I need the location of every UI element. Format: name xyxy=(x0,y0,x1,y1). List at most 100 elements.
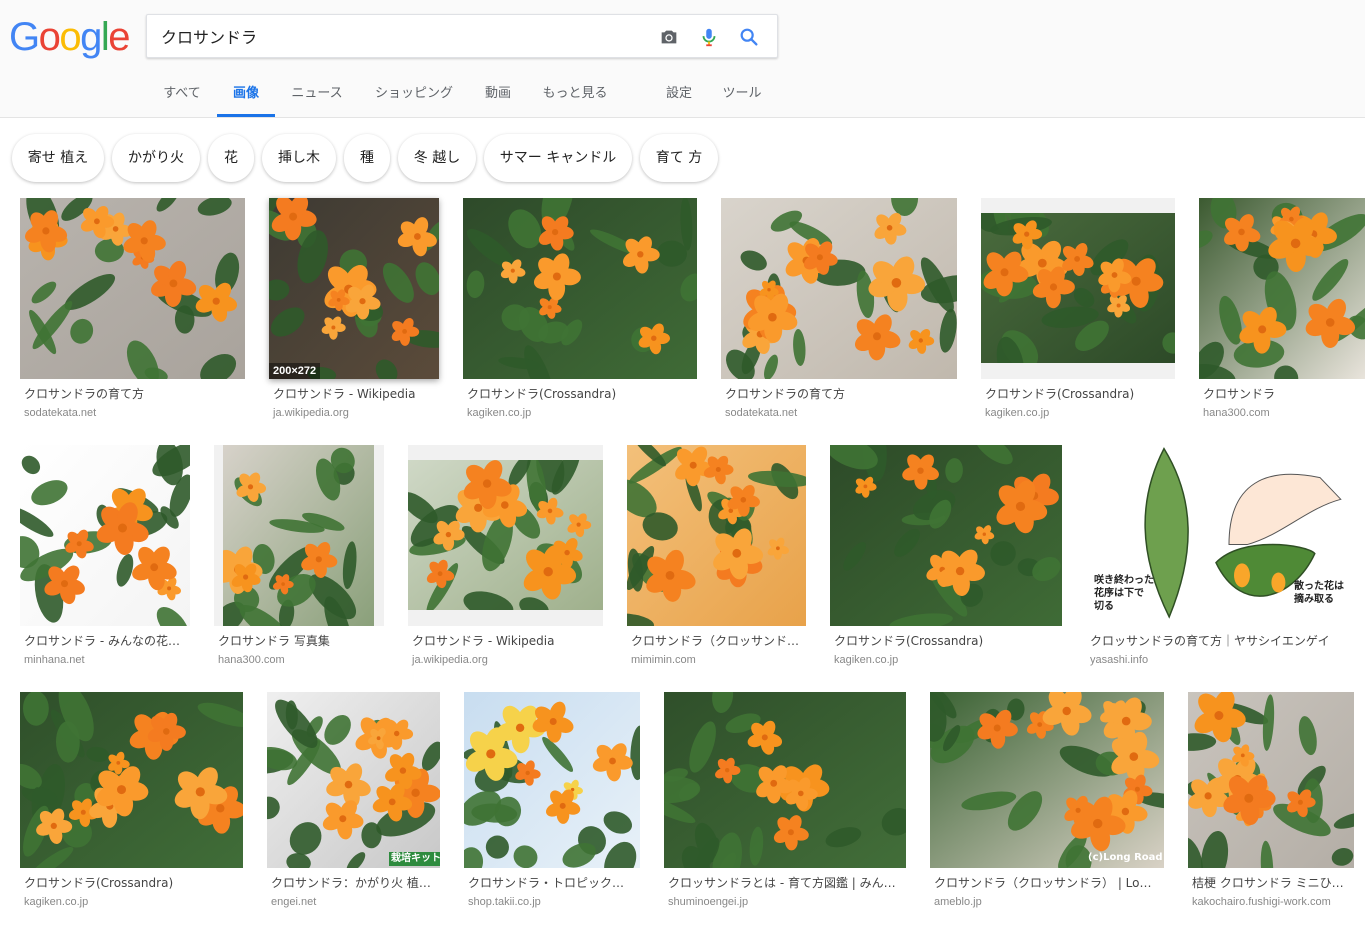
result-title[interactable]: クロサンドラの育て方 xyxy=(725,386,957,402)
result-title[interactable]: クロサンドラ(Crossandra) xyxy=(24,875,243,891)
chip-sashiki[interactable]: 挿し木 xyxy=(262,134,336,182)
thumbnail-caption: 摘み取る xyxy=(1294,594,1334,605)
result-thumbnail[interactable] xyxy=(464,692,640,868)
result-thumbnail[interactable]: 200×272 xyxy=(269,198,439,379)
result-title[interactable]: 桔梗 クロサンドラ ミニひ… xyxy=(1192,875,1352,891)
image-result[interactable]: クロサンドラ（クロッサンド… mimimin.com xyxy=(627,445,806,670)
result-title[interactable]: クロサンドラ xyxy=(1203,386,1365,402)
result-title[interactable]: クロサンドラ（クロッサンドラ） | Lo… xyxy=(934,875,1164,891)
image-result[interactable]: クロサンドラの育て方 sodatekata.net xyxy=(721,198,957,423)
result-host: shop.takii.co.jp xyxy=(468,896,541,908)
image-result[interactable]: クロサンドラ - みんなの花… minhana.net xyxy=(20,445,190,670)
result-title[interactable]: クロッサンドラの育て方｜ヤサシイエンゲイ xyxy=(1090,633,1346,649)
search-box xyxy=(146,14,778,58)
result-title[interactable]: クロサンドラ（クロッサンド… xyxy=(631,633,803,649)
thumbnail-caption: (c)Long Road xyxy=(1088,852,1163,863)
result-host: kagiken.co.jp xyxy=(985,407,1050,419)
result-title[interactable]: クロサンドラ：かがり火 植… xyxy=(271,875,438,891)
tab-shopping[interactable]: ショッピング xyxy=(372,76,456,117)
google-logo[interactable]: Google xyxy=(9,17,130,57)
image-result[interactable]: クロサンドラ hana300.com xyxy=(1199,198,1365,423)
result-host: minhana.net xyxy=(24,654,85,666)
result-host: sodatekata.net xyxy=(24,407,97,419)
result-thumbnail[interactable] xyxy=(1199,198,1365,379)
result-host: ja.wikipedia.org xyxy=(412,654,488,666)
thumbnail-caption: 切る xyxy=(1094,601,1114,612)
chip-yoseue[interactable]: 寄せ 植え xyxy=(12,134,104,182)
image-result[interactable]: クロサンドラ 写真集 hana300.com xyxy=(214,445,384,670)
result-host: kagiken.co.jp xyxy=(834,654,899,666)
result-thumbnail[interactable] xyxy=(20,445,190,626)
chip-summer-candle[interactable]: サマー キャンドル xyxy=(484,134,632,182)
chip-kagaribi[interactable]: かがり火 xyxy=(112,134,200,182)
tab-all[interactable]: すべて xyxy=(160,76,204,117)
result-thumbnail[interactable] xyxy=(214,445,384,626)
tab-videos[interactable]: 動画 xyxy=(482,76,514,117)
result-title[interactable]: クロサンドラ - みんなの花… xyxy=(24,633,188,649)
result-thumbnail[interactable] xyxy=(20,198,245,379)
image-result[interactable]: 栽培キットクロサンドラ：かがり火 植… engei.net xyxy=(267,692,440,917)
result-host: mimimin.com xyxy=(631,654,696,666)
tab-more[interactable]: もっと見る xyxy=(540,76,610,117)
result-host: kagiken.co.jp xyxy=(24,896,89,908)
image-result[interactable]: クロサンドラ(Crossandra) kagiken.co.jp xyxy=(981,198,1175,423)
tab-tools[interactable]: ツール xyxy=(720,76,764,117)
result-thumbnail[interactable]: 咲き終わった 花序は下で切る 散った花は摘み取る xyxy=(1086,445,1346,626)
image-result[interactable]: (c)Long Road クロサンドラ（クロッサンドラ） | Lo… ameblo.… xyxy=(930,692,1164,917)
result-title[interactable]: クロサンドラの育て方 xyxy=(24,386,245,402)
result-host: ameblo.jp xyxy=(934,896,982,908)
result-thumbnail[interactable] xyxy=(721,198,957,379)
result-title[interactable]: クロッサンドラとは - 育て方図鑑 | みん… xyxy=(668,875,904,891)
result-thumbnail[interactable]: 栽培キット xyxy=(267,692,440,868)
chip-fuyugoshi[interactable]: 冬 越し xyxy=(398,134,476,182)
result-title[interactable]: クロサンドラ(Crossandra) xyxy=(834,633,1062,649)
result-title[interactable]: クロサンドラ・トロピック… xyxy=(468,875,638,891)
image-result[interactable]: クロサンドラ(Crossandra) kagiken.co.jp xyxy=(20,692,243,917)
image-result[interactable]: クロサンドラ(Crossandra) kagiken.co.jp xyxy=(463,198,697,423)
image-result[interactable]: 桔梗 クロサンドラ ミニひ… kakochairo.fushigi-work.co… xyxy=(1188,692,1354,917)
image-result[interactable]: 咲き終わった 花序は下で切る 散った花は摘み取るクロッサンドラの育て方｜ヤサシイエン… xyxy=(1086,445,1346,670)
thumbnail-caption: 花序は下で xyxy=(1094,588,1144,599)
image-result[interactable]: クロサンドラ・トロピック… shop.takii.co.jp xyxy=(464,692,640,917)
chip-tane[interactable]: 種 xyxy=(344,134,390,182)
result-title[interactable]: クロサンドラ(Crossandra) xyxy=(985,386,1175,402)
image-result[interactable]: クロサンドラの育て方 sodatekata.net xyxy=(20,198,245,423)
result-thumbnail[interactable] xyxy=(1188,692,1354,868)
tab-news[interactable]: ニュース xyxy=(288,76,346,117)
mic-icon[interactable] xyxy=(698,26,720,48)
image-result[interactable]: クロッサンドラとは - 育て方図鑑 | みん… shuminoengei.jp xyxy=(664,692,906,917)
image-result[interactable]: クロサンドラ - Wikipedia ja.wikipedia.org xyxy=(408,445,603,670)
image-result[interactable]: クロサンドラ(Crossandra) kagiken.co.jp xyxy=(830,445,1062,670)
search-input[interactable] xyxy=(161,15,641,57)
result-title[interactable]: クロサンドラ - Wikipedia xyxy=(273,386,439,402)
search-tabs: すべて 画像 ニュース ショッピング 動画 もっと見る 設定 ツール xyxy=(0,76,1365,118)
result-thumbnail[interactable] xyxy=(20,692,243,868)
result-thumbnail[interactable] xyxy=(627,445,806,626)
tab-settings[interactable]: 設定 xyxy=(663,76,695,117)
result-thumbnail[interactable] xyxy=(664,692,906,868)
thumbnail-caption: 咲き終わった xyxy=(1094,575,1154,586)
result-thumbnail[interactable] xyxy=(830,445,1062,626)
camera-icon[interactable] xyxy=(658,26,680,48)
result-host: kakochairo.fushigi-work.com xyxy=(1192,896,1331,908)
result-thumbnail[interactable] xyxy=(408,445,603,626)
chip-hana[interactable]: 花 xyxy=(208,134,254,182)
image-result[interactable]: 200×272 クロサンドラ - Wikipedia ja.wikipedia.or… xyxy=(269,198,439,423)
image-dimensions-badge: 200×272 xyxy=(269,363,321,379)
tab-images[interactable]: 画像 xyxy=(217,76,275,117)
result-title[interactable]: クロサンドラ(Crossandra) xyxy=(467,386,697,402)
search-icon[interactable] xyxy=(738,26,760,48)
result-title[interactable]: クロサンドラ - Wikipedia xyxy=(412,633,602,649)
thumbnail-caption: 散った花は xyxy=(1294,581,1344,592)
result-host: ja.wikipedia.org xyxy=(273,407,349,419)
thumbnail-caption: 栽培キット xyxy=(389,852,440,866)
result-host: hana300.com xyxy=(1203,407,1270,419)
result-thumbnail[interactable] xyxy=(981,198,1175,379)
result-host: kagiken.co.jp xyxy=(467,407,532,419)
result-host: engei.net xyxy=(271,896,317,908)
result-thumbnail[interactable]: (c)Long Road xyxy=(930,692,1164,868)
result-title[interactable]: クロサンドラ 写真集 xyxy=(218,633,382,649)
result-host: shuminoengei.jp xyxy=(668,896,749,908)
chip-sodatekata[interactable]: 育て 方 xyxy=(640,134,718,182)
result-thumbnail[interactable] xyxy=(463,198,697,379)
